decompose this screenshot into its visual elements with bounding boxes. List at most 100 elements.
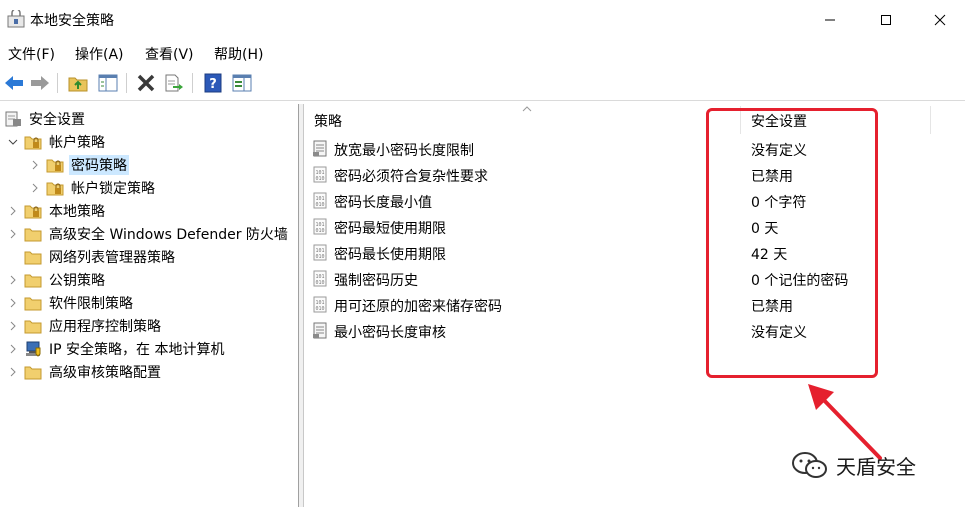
toolbar-separator xyxy=(192,73,193,93)
menu-help[interactable]: 帮助(H) xyxy=(214,44,263,64)
chevron-right-icon[interactable] xyxy=(8,321,18,331)
tree-item-label: 安全设置 xyxy=(29,112,85,128)
chevron-right-icon[interactable] xyxy=(8,229,18,239)
svg-text:010: 010 xyxy=(315,254,324,260)
policy-setting-icon xyxy=(313,322,327,339)
tree-item-account-policies[interactable]: 帐户策略 xyxy=(8,131,107,153)
show-hide-tree-icon xyxy=(98,74,118,92)
column-header-policy[interactable]: 策略 xyxy=(314,108,694,134)
tree-item-label: 高级安全 Windows Defender 防火墙 xyxy=(49,227,288,243)
policy-name: 密码长度最小值 xyxy=(334,195,432,211)
policy-name: 密码最短使用期限 xyxy=(334,221,446,237)
policy-binary-icon: 101010 xyxy=(313,218,327,235)
back-button[interactable] xyxy=(2,71,26,95)
menu-action[interactable]: 操作(A) xyxy=(75,44,124,64)
wechat-icon xyxy=(792,452,827,478)
chevron-right-icon[interactable] xyxy=(30,183,40,193)
chevron-right-icon[interactable] xyxy=(8,344,18,354)
up-folder-icon xyxy=(68,77,88,92)
properties-icon xyxy=(232,74,252,92)
tree-item-public-key-policies[interactable]: 公钥策略 xyxy=(8,269,107,291)
maximize-button[interactable] xyxy=(860,0,912,40)
folder-lock-icon xyxy=(24,136,42,150)
ip-security-icon xyxy=(26,341,41,357)
policy-name: 密码最长使用期限 xyxy=(334,247,446,263)
up-button[interactable] xyxy=(66,71,90,95)
menu-bar: 文件(F) 操作(A) 查看(V) 帮助(H) xyxy=(0,40,965,66)
properties-button[interactable] xyxy=(230,71,254,95)
policy-name: 最小密码长度审核 xyxy=(334,325,446,341)
policy-binary-icon: 101010 xyxy=(313,296,327,313)
policy-setting-icon xyxy=(313,140,327,157)
folder-icon xyxy=(24,274,42,288)
folder-icon xyxy=(24,297,42,311)
svg-text:?: ? xyxy=(209,77,217,92)
svg-text:010: 010 xyxy=(315,306,324,312)
tree-item-advanced-audit[interactable]: 高级审核策略配置 xyxy=(8,361,163,383)
title-bar: 本地安全策略 xyxy=(0,0,965,40)
minimize-button[interactable] xyxy=(804,0,856,40)
policy-binary-icon: 101010 xyxy=(313,192,327,209)
watermark: 天盾安全 xyxy=(790,450,916,480)
menu-file[interactable]: 文件(F) xyxy=(8,44,55,64)
chevron-right-icon[interactable] xyxy=(8,367,18,377)
tree-item-label: 本地策略 xyxy=(49,204,105,220)
tree-item-label: 帐户策略 xyxy=(49,135,105,151)
folder-lock-icon xyxy=(46,159,64,173)
tree-item-label: 帐户锁定策略 xyxy=(71,181,155,197)
help-button[interactable]: ? xyxy=(201,71,225,95)
forward-button[interactable] xyxy=(28,71,52,95)
maximize-icon xyxy=(881,15,891,25)
policy-name: 放宽最小密码长度限制 xyxy=(334,143,474,159)
tree-item-software-restriction[interactable]: 软件限制策略 xyxy=(8,292,135,314)
tree-item-password-policy[interactable]: 密码策略 xyxy=(30,154,129,176)
back-icon xyxy=(5,76,23,90)
tree-item-defender-firewall[interactable]: 高级安全 Windows Defender 防火墙 xyxy=(8,223,290,245)
folder-icon xyxy=(24,228,42,242)
minimize-icon xyxy=(825,19,835,21)
column-divider[interactable] xyxy=(930,106,931,134)
window-title: 本地安全策略 xyxy=(30,13,114,29)
policy-name: 用可还原的加密来储存密码 xyxy=(334,299,502,315)
toolbar-separator xyxy=(57,73,58,93)
show-hide-tree-button[interactable] xyxy=(96,71,120,95)
tree-item-label: 密码策略 xyxy=(69,155,129,175)
folder-icon xyxy=(24,366,42,380)
policy-binary-icon: 101010 xyxy=(313,244,327,261)
chevron-right-icon[interactable] xyxy=(8,206,18,216)
toolbar-separator xyxy=(126,73,127,93)
policy-binary-icon: 101010 xyxy=(313,166,327,183)
tree-item-label: 网络列表管理器策略 xyxy=(49,250,175,266)
watermark-text: 天盾安全 xyxy=(836,454,916,479)
chevron-down-icon[interactable] xyxy=(8,137,18,147)
close-button[interactable] xyxy=(914,0,965,40)
forward-icon xyxy=(31,76,49,90)
menu-view[interactable]: 查看(V) xyxy=(145,44,194,64)
help-icon: ? xyxy=(204,73,222,93)
tree-item-ip-security[interactable]: IP 安全策略，在 本地计算机 xyxy=(8,338,226,360)
tree-item-local-policies[interactable]: 本地策略 xyxy=(8,200,107,222)
app-icon xyxy=(7,10,25,28)
chevron-right-icon[interactable] xyxy=(8,275,18,285)
tree-item-label: 高级审核策略配置 xyxy=(49,365,161,381)
tree-item-account-lockout-policy[interactable]: 帐户锁定策略 xyxy=(30,177,157,199)
security-settings-icon xyxy=(5,111,21,127)
tree-pane: 安全设置 帐户策略 密码策略 帐户锁定策略 本地策略 高级安全 Windows … xyxy=(0,104,298,507)
chevron-right-icon[interactable] xyxy=(8,298,18,308)
folder-icon xyxy=(24,251,42,265)
tree-item-app-control[interactable]: 应用程序控制策略 xyxy=(8,315,163,337)
tree-item-security-settings[interactable]: 安全设置 xyxy=(4,108,87,130)
delete-button[interactable] xyxy=(134,71,158,95)
tree-item-label: 软件限制策略 xyxy=(49,296,133,312)
chevron-right-icon[interactable] xyxy=(30,160,40,170)
delete-icon xyxy=(137,74,155,92)
svg-text:010: 010 xyxy=(315,280,324,286)
highlight-box xyxy=(706,108,878,378)
svg-text:010: 010 xyxy=(315,176,324,182)
tree-item-network-list-manager[interactable]: 网络列表管理器策略 xyxy=(24,246,177,268)
svg-text:010: 010 xyxy=(315,228,324,234)
policy-name: 密码必须符合复杂性要求 xyxy=(334,169,488,185)
folder-lock-icon xyxy=(24,205,42,219)
tree-item-label: IP 安全策略，在 本地计算机 xyxy=(49,342,225,358)
export-list-button[interactable] xyxy=(162,71,186,95)
